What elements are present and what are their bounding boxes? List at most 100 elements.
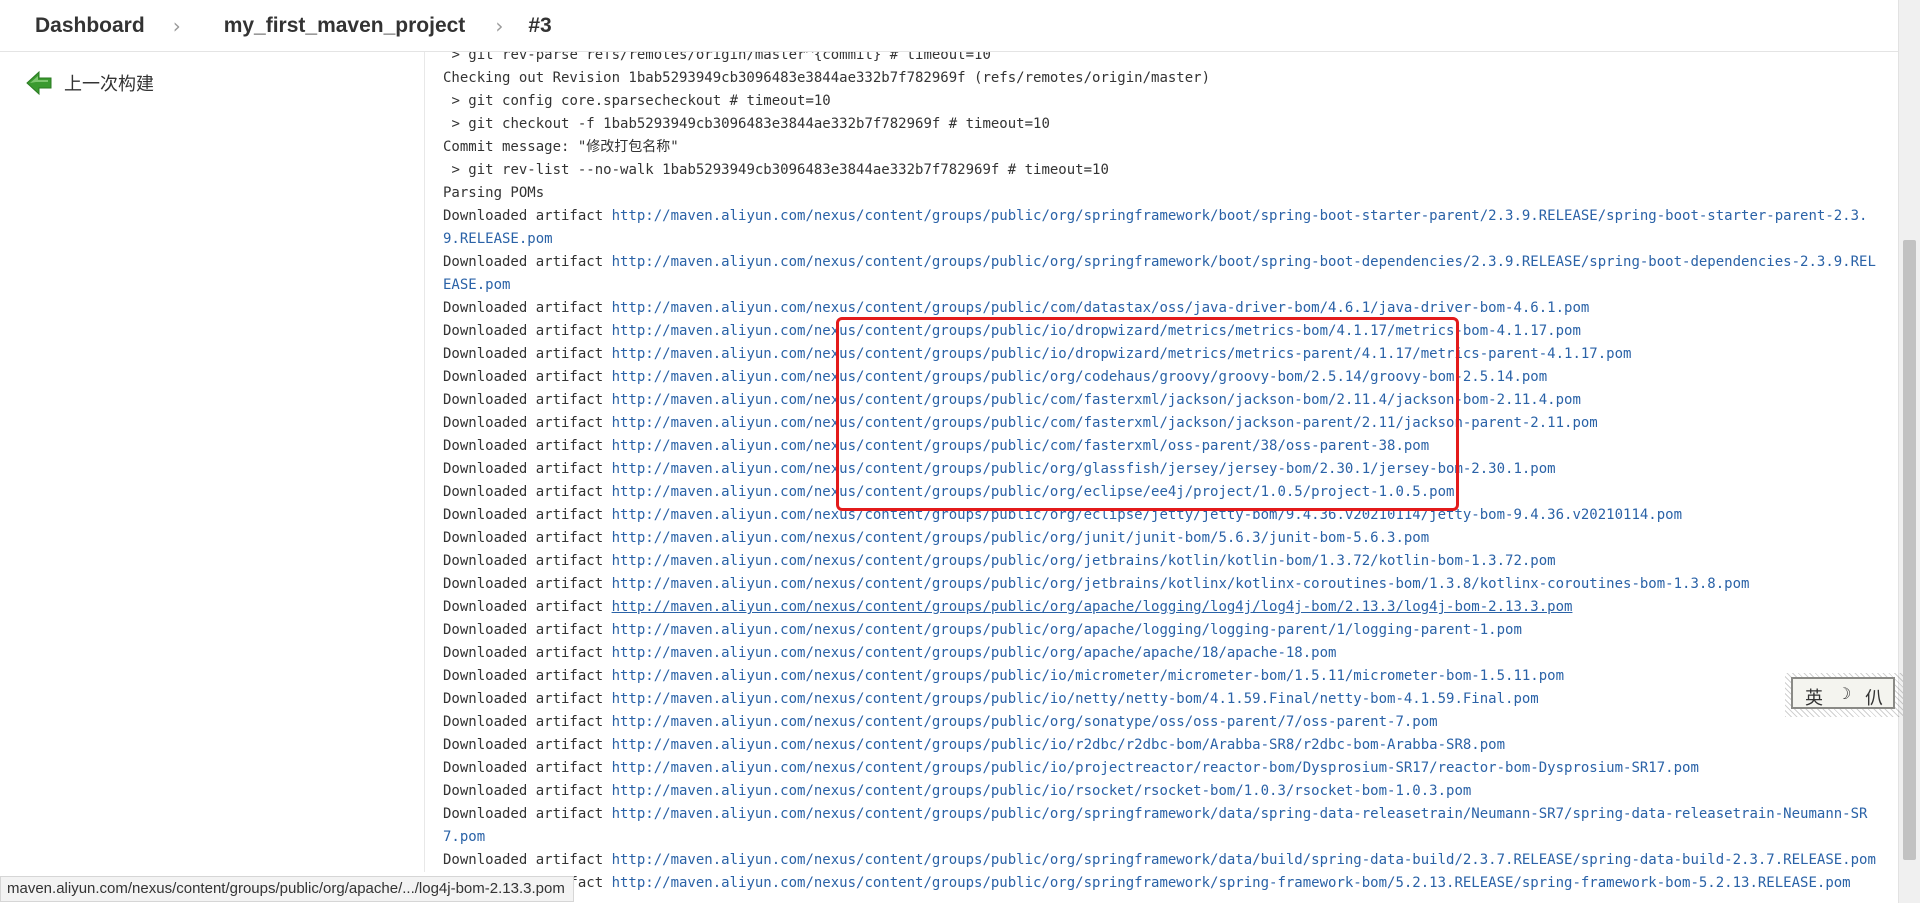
console-line-prefix: Downloaded artifact (443, 323, 612, 339)
previous-build-label: 上一次构建 (64, 74, 154, 95)
console-output: > git rev-parse refs/remotes/origin/mast… (443, 52, 1883, 897)
console-line: Downloaded artifact http://maven.aliyun.… (443, 435, 1883, 458)
console-line-prefix: Downloaded artifact (443, 691, 612, 707)
console-line: Downloaded artifact http://maven.aliyun.… (443, 757, 1883, 780)
artifact-link[interactable]: http://maven.aliyun.com/nexus/content/gr… (443, 806, 1867, 845)
green-back-arrow-icon (26, 70, 52, 96)
console-line: Downloaded artifact http://maven.aliyun.… (443, 251, 1883, 297)
console-line: Downloaded artifact http://maven.aliyun.… (443, 665, 1883, 688)
console-line-prefix: Downloaded artifact (443, 208, 612, 224)
console-text: > git rev-parse refs/remotes/origin/mast… (443, 52, 1883, 895)
ime-width-label[interactable]: 仈 (1865, 684, 1883, 710)
artifact-link[interactable]: http://maven.aliyun.com/nexus/content/gr… (612, 438, 1430, 454)
breadcrumb: Dashboard › my_first_maven_project › #3 (0, 0, 1898, 52)
artifact-link[interactable]: http://maven.aliyun.com/nexus/content/gr… (443, 208, 1867, 247)
artifact-link[interactable]: http://maven.aliyun.com/nexus/content/gr… (612, 507, 1682, 523)
artifact-link[interactable]: http://maven.aliyun.com/nexus/content/gr… (612, 645, 1337, 661)
console-line: > git rev-parse refs/remotes/origin/mast… (443, 52, 991, 63)
console-line: Downloaded artifact http://maven.aliyun.… (443, 504, 1883, 527)
console-line-prefix: Downloaded artifact (443, 392, 612, 408)
artifact-link[interactable]: http://maven.aliyun.com/nexus/content/gr… (612, 461, 1556, 477)
console-line: Downloaded artifact http://maven.aliyun.… (443, 389, 1883, 412)
console-line-prefix: Downloaded artifact (443, 461, 612, 477)
artifact-link[interactable]: http://maven.aliyun.com/nexus/content/gr… (612, 737, 1505, 753)
breadcrumb-dashboard[interactable]: Dashboard (35, 14, 145, 38)
console-line-prefix: Downloaded artifact (443, 760, 612, 776)
console-line-prefix: Downloaded artifact (443, 530, 612, 546)
console-line-prefix: Downloaded artifact (443, 369, 612, 385)
artifact-link[interactable]: http://maven.aliyun.com/nexus/content/gr… (612, 530, 1430, 546)
console-line: Downloaded artifact http://maven.aliyun.… (443, 711, 1883, 734)
ime-mode-label[interactable]: 英 (1805, 684, 1823, 710)
artifact-link[interactable]: http://maven.aliyun.com/nexus/content/gr… (612, 852, 1876, 868)
artifact-link[interactable]: http://maven.aliyun.com/nexus/content/gr… (612, 783, 1472, 799)
artifact-link[interactable]: http://maven.aliyun.com/nexus/content/gr… (612, 323, 1581, 339)
artifact-link[interactable]: http://maven.aliyun.com/nexus/content/gr… (612, 576, 1750, 592)
breadcrumb-separator: › (495, 13, 504, 38)
artifact-link[interactable]: http://maven.aliyun.com/nexus/content/gr… (612, 599, 1573, 615)
console-line: > git checkout -f 1bab5293949cb3096483e3… (443, 116, 1050, 132)
console-line: Downloaded artifact http://maven.aliyun.… (443, 688, 1883, 711)
breadcrumb-build[interactable]: #3 (528, 14, 551, 38)
console-line: Downloaded artifact http://maven.aliyun.… (443, 297, 1883, 320)
console-line: Checking out Revision 1bab5293949cb30964… (443, 70, 1211, 86)
artifact-link[interactable]: http://maven.aliyun.com/nexus/content/gr… (612, 553, 1556, 569)
console-line-prefix: Downloaded artifact (443, 668, 612, 684)
ime-toolbar[interactable]: 英 ☽ 仈 (1785, 673, 1903, 717)
console-line-prefix: Downloaded artifact (443, 300, 612, 316)
console-line: Downloaded artifact http://maven.aliyun.… (443, 458, 1883, 481)
console-line: Commit message: "修改打包名称" (443, 139, 679, 155)
artifact-link[interactable]: http://maven.aliyun.com/nexus/content/gr… (612, 415, 1598, 431)
artifact-link[interactable]: http://maven.aliyun.com/nexus/content/gr… (443, 254, 1876, 293)
artifact-link[interactable]: http://maven.aliyun.com/nexus/content/gr… (612, 300, 1590, 316)
artifact-link[interactable]: http://maven.aliyun.com/nexus/content/gr… (612, 369, 1548, 385)
console-line-prefix: Downloaded artifact (443, 438, 612, 454)
moon-icon[interactable]: ☽ (1837, 684, 1851, 703)
console-line-prefix: Downloaded artifact (443, 553, 612, 569)
console-line: Downloaded artifact http://maven.aliyun.… (443, 780, 1883, 803)
console-line: Downloaded artifact http://maven.aliyun.… (443, 849, 1883, 872)
previous-build-link[interactable]: 上一次构建 (26, 70, 154, 96)
console-line-prefix: Downloaded artifact (443, 254, 612, 270)
artifact-link[interactable]: http://maven.aliyun.com/nexus/content/gr… (612, 714, 1438, 730)
console-line: Downloaded artifact http://maven.aliyun.… (443, 803, 1883, 849)
console-line-prefix: Downloaded artifact (443, 714, 612, 730)
console-line: Downloaded artifact http://maven.aliyun.… (443, 412, 1883, 435)
artifact-link[interactable]: http://maven.aliyun.com/nexus/content/gr… (612, 392, 1581, 408)
scrollbar-thumb[interactable] (1903, 240, 1916, 860)
console-line: > git config core.sparsecheckout # timeo… (443, 93, 831, 109)
vertical-scrollbar[interactable] (1898, 0, 1920, 903)
status-bar-url: maven.aliyun.com/nexus/content/groups/pu… (0, 876, 574, 902)
console-line-prefix: Downloaded artifact (443, 346, 612, 362)
console-line: Downloaded artifact http://maven.aliyun.… (443, 596, 1883, 619)
breadcrumb-project[interactable]: my_first_maven_project (224, 14, 466, 38)
console-line-prefix: Downloaded artifact (443, 806, 612, 822)
console-line-prefix: Downloaded artifact (443, 507, 612, 523)
console-line-prefix: Downloaded artifact (443, 737, 612, 753)
console-line-prefix: Downloaded artifact (443, 599, 612, 615)
breadcrumb-separator: › (172, 13, 181, 38)
console-line-prefix: Downloaded artifact (443, 622, 612, 638)
artifact-link[interactable]: http://maven.aliyun.com/nexus/content/gr… (612, 760, 1699, 776)
console-line: Downloaded artifact http://maven.aliyun.… (443, 320, 1883, 343)
console-line: Downloaded artifact http://maven.aliyun.… (443, 573, 1883, 596)
console-line: Downloaded artifact http://maven.aliyun.… (443, 527, 1883, 550)
console-line: Downloaded artifact http://maven.aliyun.… (443, 205, 1883, 251)
sidebar: 上一次构建 (0, 52, 425, 872)
console-line: Downloaded artifact http://maven.aliyun.… (443, 366, 1883, 389)
console-line-prefix: Downloaded artifact (443, 645, 612, 661)
artifact-link[interactable]: http://maven.aliyun.com/nexus/content/gr… (612, 622, 1522, 638)
console-line: Downloaded artifact http://maven.aliyun.… (443, 872, 1883, 895)
console-line: Downloaded artifact http://maven.aliyun.… (443, 642, 1883, 665)
artifact-link[interactable]: http://maven.aliyun.com/nexus/content/gr… (612, 875, 1851, 891)
ime-toolbar-frame: 英 ☽ 仈 (1791, 677, 1895, 709)
console-line-prefix: Downloaded artifact (443, 484, 612, 500)
console-line: > git rev-list --no-walk 1bab5293949cb30… (443, 162, 1109, 178)
artifact-link[interactable]: http://maven.aliyun.com/nexus/content/gr… (612, 691, 1539, 707)
console-line: Downloaded artifact http://maven.aliyun.… (443, 550, 1883, 573)
artifact-link[interactable]: http://maven.aliyun.com/nexus/content/gr… (612, 484, 1455, 500)
console-line: Parsing POMs (443, 185, 545, 201)
console-line: Downloaded artifact http://maven.aliyun.… (443, 343, 1883, 366)
artifact-link[interactable]: http://maven.aliyun.com/nexus/content/gr… (612, 346, 1632, 362)
artifact-link[interactable]: http://maven.aliyun.com/nexus/content/gr… (612, 668, 1564, 684)
